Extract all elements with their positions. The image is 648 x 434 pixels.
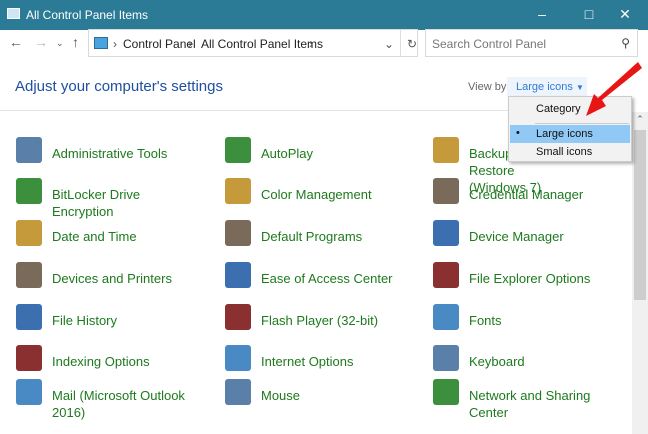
search-icon: ⚲ (621, 36, 630, 50)
address-dropdown-icon[interactable]: ⌄ (384, 37, 394, 51)
item-label: Default Programs (261, 229, 363, 244)
item-icon (16, 304, 42, 330)
control-panel-item[interactable]: AutoPlay (225, 137, 411, 163)
item-label: File History (52, 313, 118, 328)
item-icon (225, 304, 251, 330)
close-button[interactable]: ✕ (602, 0, 648, 30)
control-panel-item[interactable]: Flash Player (32-bit) (225, 304, 411, 330)
up-button[interactable]: ↑ (72, 34, 79, 50)
item-icon (433, 345, 459, 371)
control-panel-item[interactable]: Devices and Printers (16, 262, 202, 288)
page-heading: Adjust your computer's settings (15, 78, 223, 95)
control-panel-item[interactable]: Internet Options (225, 345, 411, 371)
item-label: Device Manager (469, 229, 564, 244)
item-label: Mouse (261, 388, 301, 403)
control-panel-item[interactable]: Mouse (225, 379, 411, 405)
control-panel-icon (94, 37, 108, 49)
item-icon (433, 137, 459, 163)
scrollbar-thumb[interactable] (634, 130, 646, 300)
item-label: Mail (Microsoft Outlook 2016) (52, 388, 185, 420)
item-label: Flash Player (32-bit) (261, 313, 379, 328)
control-panel-item[interactable]: Credential Manager (433, 178, 624, 204)
control-panel-item[interactable]: Default Programs (225, 220, 411, 246)
item-icon (433, 304, 459, 330)
control-panel-item[interactable]: Color Management (225, 178, 411, 204)
item-label: Indexing Options (52, 354, 150, 369)
item-label: Date and Time (52, 229, 137, 244)
item-icon (16, 178, 42, 204)
item-icon (225, 345, 251, 371)
control-panel-item[interactable]: BitLocker Drive Encryption (16, 178, 202, 220)
selected-bullet-icon: • (516, 127, 520, 139)
forward-button[interactable]: → (34, 34, 48, 50)
item-icon (16, 137, 42, 163)
control-panel-item[interactable]: Administrative Tools (16, 137, 202, 163)
item-label: Administrative Tools (52, 146, 168, 161)
control-panel-item[interactable]: Mail (Microsoft Outlook 2016) (16, 379, 202, 421)
control-panel-item[interactable]: Date and Time (16, 220, 202, 246)
refresh-button[interactable]: ↻ (407, 37, 417, 51)
item-icon (225, 262, 251, 288)
item-label: AutoPlay (261, 146, 314, 161)
menu-item-large-icons[interactable]: • Large icons (510, 125, 630, 143)
item-label: Keyboard (469, 354, 525, 369)
control-panel-item[interactable]: Keyboard (433, 345, 624, 371)
control-panel-item[interactable]: File History (16, 304, 202, 330)
control-panel-item[interactable]: File Explorer Options (433, 262, 624, 288)
view-by-dropdown[interactable]: Large icons ▼ (507, 77, 587, 97)
item-label: Network and Sharing Center (469, 388, 591, 420)
title-bar: All Control Panel Items – □ ✕ (0, 0, 648, 30)
menu-item-small-icons[interactable]: Small icons (510, 143, 630, 161)
item-icon (433, 178, 459, 204)
control-panel-item[interactable]: Fonts (433, 304, 624, 330)
control-panel-item[interactable]: Network and Sharing Center (433, 379, 624, 421)
breadcrumb-control-panel[interactable]: Control Panel (123, 37, 196, 51)
minimize-button[interactable]: – (519, 0, 565, 30)
item-icon (225, 379, 251, 405)
item-icon (16, 262, 42, 288)
item-icon (16, 379, 42, 405)
control-panel-icon (7, 8, 20, 19)
back-button[interactable]: ← (9, 34, 23, 50)
item-label: Fonts (469, 313, 502, 328)
item-label: Ease of Access Center (261, 271, 393, 286)
view-by-label: View by: (468, 81, 510, 93)
breadcrumb-all-items[interactable]: All Control Panel Items (201, 37, 323, 51)
item-icon (225, 178, 251, 204)
item-icon (16, 345, 42, 371)
window-title: All Control Panel Items (26, 8, 149, 22)
item-icon (16, 220, 42, 246)
item-label: Devices and Printers (52, 271, 172, 286)
item-icon (433, 379, 459, 405)
item-icon (225, 220, 251, 246)
item-label: Color Management (261, 187, 372, 202)
control-panel-item[interactable]: Device Manager (433, 220, 624, 246)
red-arrow-annotation (586, 62, 642, 116)
control-panel-item[interactable]: Ease of Access Center (225, 262, 411, 288)
item-icon (433, 220, 459, 246)
item-icon (225, 137, 251, 163)
item-label: File Explorer Options (469, 271, 591, 286)
search-input[interactable]: Search Control Panel ⚲ (425, 29, 638, 57)
control-panel-item[interactable]: Indexing Options (16, 345, 202, 371)
item-icon (433, 262, 459, 288)
address-bar[interactable]: › Control Panel › All Control Panel Item… (88, 29, 418, 57)
item-label: BitLocker Drive Encryption (52, 187, 141, 219)
item-label: Credential Manager (469, 187, 584, 202)
item-label: Internet Options (261, 354, 354, 369)
recent-locations-button[interactable]: ⌄ (56, 38, 64, 49)
